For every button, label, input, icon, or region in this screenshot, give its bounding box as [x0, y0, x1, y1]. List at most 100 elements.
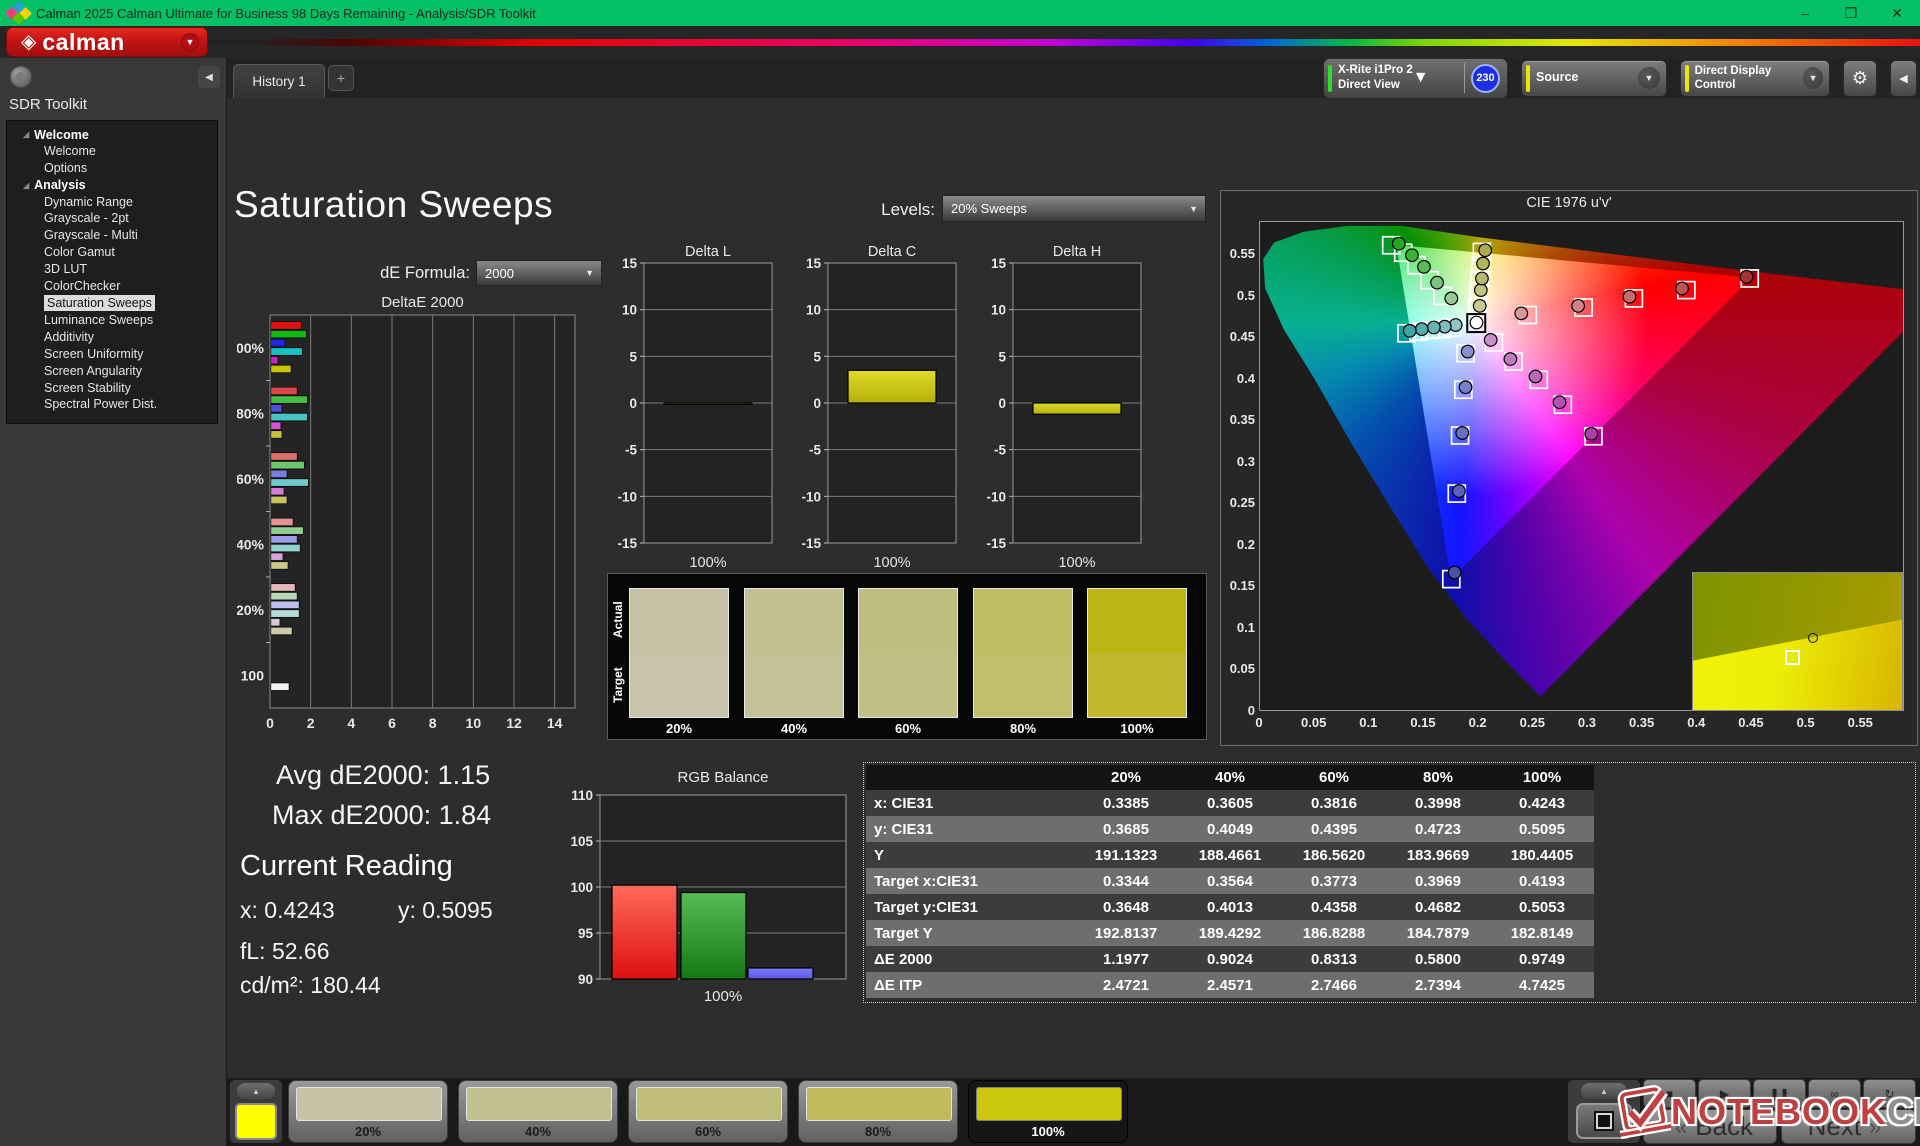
gear-icon: ⚙ — [1851, 67, 1869, 88]
sidebar-item-welcome[interactable]: Welcome — [7, 143, 217, 160]
loop-button[interactable]: ∞ — [1808, 1079, 1861, 1108]
cie-x-tick: 0.2 — [1468, 715, 1487, 730]
source-dropdown[interactable]: Source ▼ — [1521, 59, 1667, 97]
sidebar-item-grayscale-multi[interactable]: Grayscale - Multi — [7, 227, 217, 244]
current-reading-heading: Current Reading — [240, 850, 453, 882]
svg-text:80%: 80% — [237, 405, 265, 421]
add-tab-button[interactable]: + — [328, 65, 354, 91]
sidebar-group-analysis[interactable]: ◢ Analysis — [7, 177, 217, 194]
minimize-button[interactable]: – — [1782, 5, 1828, 22]
sidebar-item-dynamic-range[interactable]: Dynamic Range — [7, 194, 217, 211]
levels-dropdown[interactable]: 20% Sweeps ▼ — [942, 195, 1206, 222]
calman-menu-button[interactable]: ◈ calman ▼ — [6, 27, 208, 57]
svg-text:-5: -5 — [994, 443, 1006, 458]
sidebar-item-luminance-sweeps[interactable]: Luminance Sweeps — [7, 312, 217, 329]
expand-up-button[interactable]: ▲ — [1581, 1083, 1627, 1099]
stop-button[interactable]: ■ — [1643, 1079, 1696, 1108]
pattern-controls-panel: ▲ — [1568, 1080, 1640, 1143]
sidebar-item-screen-stability[interactable]: Screen Stability — [7, 380, 217, 397]
pattern-button-20[interactable]: 20% — [288, 1080, 448, 1143]
cie-y-tick: 0.45 — [1229, 329, 1255, 345]
svg-text:6: 6 — [388, 715, 396, 731]
next-button[interactable]: Next » — [1781, 1109, 1916, 1144]
measurement-table: 20% 40% 60% 80% 100% x: CIE31 0.3385 0.3605 0.38… — [866, 765, 1594, 998]
cie-y-tick: 0.15 — [1229, 578, 1255, 594]
actual-swatch — [745, 589, 843, 653]
cie-y-tick: 0 — [1247, 703, 1255, 718]
meter-dropdown[interactable]: X-Rite i1Pro 2 Direct View ▼ — [1328, 60, 1458, 97]
pattern-label: 40% — [524, 1124, 552, 1139]
table-cell: 188.4661 — [1178, 842, 1282, 868]
cie-y-tick: 0.1 — [1236, 619, 1255, 635]
chevron-down-icon: ▼ — [1638, 67, 1660, 89]
table-cell: 0.4395 — [1282, 816, 1386, 842]
svg-text:-15: -15 — [801, 536, 821, 551]
chevron-down-icon: ▼ — [1412, 69, 1429, 86]
tab-history-1[interactable]: History 1 — [233, 64, 325, 98]
swatch-pair-80 — [973, 588, 1073, 718]
column-header: 20% — [1074, 765, 1178, 790]
current-pattern-swatch[interactable] — [235, 1103, 277, 1140]
repeat-button[interactable]: ↻ — [1863, 1079, 1916, 1108]
svg-text:15: 15 — [991, 256, 1007, 271]
table-cell: 192.8137 — [1074, 920, 1178, 946]
cie-y-tick: 0.05 — [1229, 661, 1255, 677]
sidebar-item-grayscale-2pt[interactable]: Grayscale - 2pt — [7, 210, 217, 227]
sidebar-item-spectral-power-dist[interactable]: Spectral Power Dist. — [7, 396, 217, 413]
titlebar: Calman 2025 Calman Ultimate for Business… — [0, 0, 1920, 26]
cie-chart-title: CIE 1976 u'v' — [1526, 195, 1612, 211]
triangle-up-icon: ▲ — [1600, 1086, 1608, 1096]
cie-x-tick: 0.35 — [1628, 715, 1655, 730]
swatch-pair-100 — [1087, 588, 1187, 718]
restore-button[interactable]: ❐ — [1828, 5, 1874, 22]
svg-text:Delta C: Delta C — [868, 244, 916, 260]
row-label: y: CIE31 — [866, 816, 1074, 842]
table-cell: 0.4243 — [1490, 790, 1594, 816]
sidebar-item-saturation-sweeps[interactable]: Saturation Sweeps — [44, 295, 155, 312]
sidebar-item-options[interactable]: Options — [7, 160, 217, 177]
svg-text:20%: 20% — [237, 602, 265, 618]
meter-status-indicator — [1328, 64, 1332, 92]
panel-collapse-button[interactable]: ◀ — [1890, 59, 1917, 97]
svg-text:RGB Balance: RGB Balance — [678, 769, 769, 786]
svg-text:2: 2 — [307, 715, 315, 731]
back-button[interactable]: « Back — [1643, 1109, 1777, 1144]
svg-text:40%: 40% — [237, 536, 265, 552]
pattern-button-40[interactable]: 40% — [458, 1080, 618, 1143]
play-button[interactable]: ▶ — [1698, 1079, 1751, 1108]
column-header: 100% — [1490, 765, 1594, 790]
sidebar-group-welcome[interactable]: ◢ Welcome — [7, 126, 217, 143]
settings-button[interactable]: ⚙ — [1843, 59, 1877, 97]
sidebar-item-screen-angularity[interactable]: Screen Angularity — [7, 363, 217, 380]
de-formula-dropdown[interactable]: 2000 ▼ — [476, 260, 602, 286]
row-label: Target Y — [866, 920, 1074, 946]
reading-fl: fL: 52.66 — [240, 938, 330, 964]
pattern-color-patch — [976, 1087, 1122, 1121]
sidebar-item-3d-lut[interactable]: 3D LUT — [7, 261, 217, 278]
cie-x-tick: 0.3 — [1577, 715, 1596, 730]
sidebar-item-color-gamut[interactable]: Color Gamut — [7, 244, 217, 261]
cie-x-tick: 0.45 — [1738, 715, 1764, 730]
sidebar-item-additivity[interactable]: Additivity — [7, 329, 217, 346]
cie-chromaticity-plot — [1259, 221, 1904, 711]
expand-up-button[interactable]: ▲ — [237, 1083, 275, 1099]
pattern-button-100[interactable]: 100% — [968, 1080, 1128, 1143]
table-cell: 0.4723 — [1386, 816, 1490, 842]
pattern-button-80[interactable]: 80% — [798, 1080, 958, 1143]
display-control-dropdown[interactable]: Direct Display Control ▼ — [1680, 59, 1830, 97]
sidebar-collapse-button[interactable]: ◀ — [198, 66, 220, 88]
swatch-label: 60% — [894, 721, 922, 736]
actual-row-label: Actual — [611, 601, 625, 639]
target-swatch — [1088, 653, 1186, 717]
workflow-radio-button[interactable] — [10, 66, 32, 88]
cie-x-tick: 0.4 — [1687, 715, 1706, 730]
svg-text:90: 90 — [578, 972, 593, 987]
sidebar-item-colorchecker[interactable]: ColorChecker — [7, 278, 217, 295]
sidebar-item-screen-uniformity[interactable]: Screen Uniformity — [7, 346, 217, 363]
svg-text:15: 15 — [622, 256, 638, 271]
table-cell: 0.3648 — [1074, 894, 1178, 920]
stop-pattern-button[interactable] — [1576, 1103, 1632, 1139]
pause-button[interactable]: ❚❚ — [1753, 1079, 1806, 1108]
close-button[interactable]: ✕ — [1874, 5, 1920, 22]
pattern-button-60[interactable]: 60% — [628, 1080, 788, 1143]
